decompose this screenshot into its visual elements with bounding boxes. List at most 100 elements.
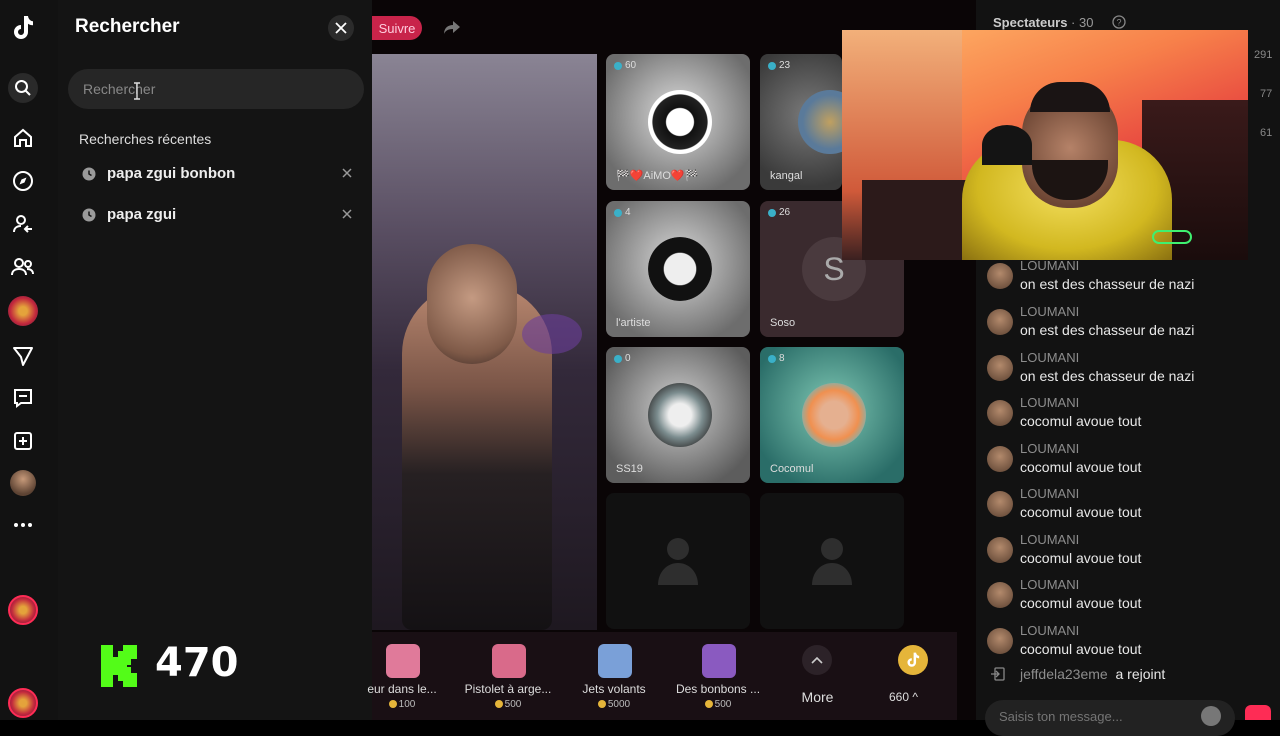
remove-icon[interactable] (340, 207, 354, 221)
guest-count: 23 (779, 60, 791, 71)
chat-message: LOUMANI on est des chasseur de nazi (987, 258, 1267, 302)
more-gifts-button[interactable] (802, 645, 832, 675)
avatar[interactable] (987, 446, 1013, 472)
avatar[interactable] (987, 263, 1013, 289)
gift-name: Des bonbons ... (675, 682, 761, 696)
guest-name: l'artiste (616, 317, 651, 329)
more-gifts-label[interactable]: More (790, 689, 845, 705)
person-icon (812, 538, 852, 585)
chat-input-box[interactable] (985, 700, 1235, 736)
empty-seat[interactable] (606, 493, 750, 629)
guest-avatar (802, 383, 866, 447)
recent-search-item[interactable]: papa zgui bonbon (70, 156, 366, 192)
upload-icon[interactable] (9, 427, 37, 455)
chat-message: LOUMANI cocomul avoue tout (987, 441, 1267, 485)
avatar[interactable] (987, 537, 1013, 563)
coin-icon (388, 700, 397, 708)
home-icon[interactable] (9, 124, 37, 152)
chat-username[interactable]: LOUMANI (1020, 395, 1079, 410)
chat-username[interactable]: LOUMANI (1020, 350, 1079, 365)
avatar[interactable] (987, 582, 1013, 608)
gift-heart-button[interactable] (1245, 705, 1271, 720)
chat-text: cocomul avoue tout (1020, 550, 1142, 566)
avatar[interactable] (987, 355, 1013, 381)
guest-tile[interactable]: 4 l'artiste (606, 201, 750, 337)
avatar[interactable] (987, 400, 1013, 426)
follow-button[interactable]: Suivre (372, 16, 422, 40)
live-avatar[interactable] (8, 595, 38, 625)
viewers-header[interactable]: Spectateurs · 30 (993, 15, 1093, 30)
user-avatar[interactable] (10, 470, 36, 496)
search-input[interactable] (68, 69, 364, 109)
guest-tile[interactable]: 0 SS19 (606, 347, 750, 483)
remove-icon[interactable] (340, 166, 354, 180)
chat-text: on est des chasseur de nazi (1020, 368, 1195, 384)
chat-message: LOUMANI cocomul avoue tout (987, 486, 1267, 530)
messages-icon[interactable] (9, 342, 37, 370)
avatar[interactable] (987, 491, 1013, 517)
close-icon (335, 22, 347, 34)
explore-icon[interactable] (9, 167, 37, 195)
chat-message: LOUMANI cocomul avoue tout (987, 623, 1267, 667)
gift-item[interactable]: Des bonbons ... 500 (668, 640, 768, 716)
svg-text:?: ? (1116, 18, 1121, 28)
tiktok-logo-icon[interactable] (9, 14, 37, 42)
inbox-icon[interactable] (9, 384, 37, 412)
clock-icon (82, 208, 96, 222)
guest-count: 4 (625, 207, 631, 218)
chat-text: on est des chasseur de nazi (1020, 276, 1195, 292)
kick-logo-icon (101, 645, 139, 687)
guest-count: 26 (779, 207, 791, 218)
search-icon[interactable] (8, 73, 38, 103)
streamer-webcam (842, 30, 1248, 260)
avatar[interactable] (987, 628, 1013, 654)
profile-avatar[interactable] (8, 296, 38, 326)
chat-username[interactable]: LOUMANI (1020, 486, 1079, 501)
gift-item[interactable]: eur dans le... 100 (352, 640, 452, 716)
gift-name: Jets volants (582, 682, 646, 696)
chat-input[interactable] (997, 708, 1201, 725)
empty-seat[interactable] (760, 493, 904, 629)
avatar[interactable] (987, 309, 1013, 335)
chat-text: cocomul avoue tout (1020, 459, 1142, 475)
live-avatar-2[interactable] (8, 688, 38, 718)
chat-username[interactable]: LOUMANI (1020, 441, 1079, 456)
side-count: 291 (1254, 49, 1273, 61)
chat-username[interactable]: LOUMANI (1020, 532, 1079, 547)
gift-item[interactable]: Jets volants 5000 (564, 640, 664, 716)
guest-tile[interactable]: 60 ⁣🏁❤️АіМΟ❤️🏁 (606, 54, 750, 190)
share-icon[interactable] (443, 18, 463, 38)
chat-username[interactable]: LOUMANI (1020, 258, 1079, 273)
chat-username[interactable]: LOUMANI (1020, 623, 1079, 638)
guest-name: SS19 (616, 463, 643, 475)
coins-balance[interactable]: 660 ^ (889, 690, 918, 704)
chat-text: cocomul avoue tout (1020, 413, 1142, 429)
chat-username[interactable]: LOUMANI (1020, 577, 1079, 592)
recent-searches-title: Recherches récentes (79, 131, 212, 147)
recent-search-item[interactable]: papa zgui (70, 197, 366, 233)
close-button[interactable] (328, 15, 354, 41)
following-icon[interactable] (9, 210, 37, 238)
chat-message: LOUMANI on est des chasseur de nazi (987, 304, 1267, 348)
coin-icon (494, 700, 503, 708)
join-username[interactable]: jeffdela23eme (1020, 666, 1108, 682)
gift-name: eur dans le... (367, 682, 437, 696)
chat-username[interactable]: LOUMANI (1020, 304, 1079, 319)
guest-tile[interactable]: 23 kangal (760, 54, 862, 190)
gift-icon (702, 644, 736, 678)
chevron-up-icon (811, 656, 823, 664)
host-video[interactable] (372, 54, 597, 630)
guest-avatar (648, 237, 712, 301)
text-cursor-icon (132, 82, 142, 100)
gift-item[interactable]: Pistolet à arge... 500 (458, 640, 558, 716)
chat-text: on est des chasseur de nazi (1020, 322, 1195, 338)
left-nav-rail (0, 0, 59, 720)
coins-icon[interactable] (898, 645, 928, 675)
emoji-icon[interactable] (1201, 706, 1221, 726)
gift-icon (598, 644, 632, 678)
join-icon (990, 666, 1006, 682)
guest-tile[interactable]: 8 Cocomul (760, 347, 904, 483)
friends-icon[interactable] (9, 253, 37, 281)
more-icon[interactable] (9, 511, 37, 539)
help-icon[interactable]: ? (1112, 15, 1126, 29)
